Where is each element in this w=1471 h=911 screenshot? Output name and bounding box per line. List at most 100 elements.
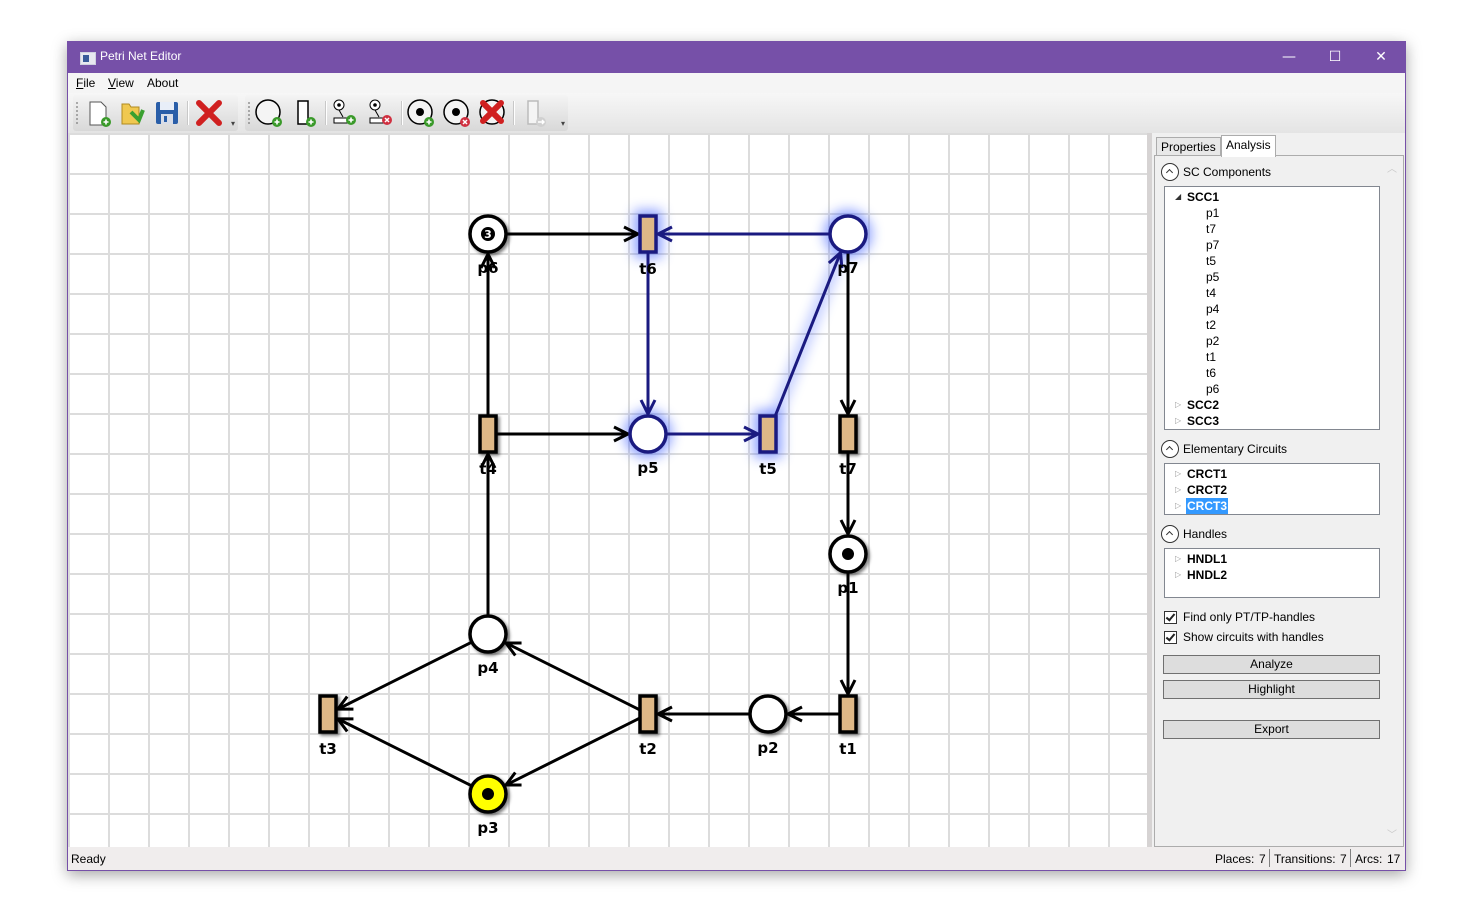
tree-item-t4[interactable]: t4 — [1165, 285, 1379, 301]
collapsed-arrow-icon[interactable]: ▷ — [1175, 567, 1181, 583]
tab-analysis[interactable]: Analysis — [1221, 135, 1276, 157]
token-icon[interactable] — [482, 788, 494, 800]
add-transition-button[interactable] — [289, 98, 321, 128]
token-count[interactable]: 3 — [484, 228, 492, 241]
arc-t2-p4[interactable] — [502, 641, 641, 712]
tree-item-p6[interactable]: p6 — [1165, 381, 1379, 397]
arc-p6-t6[interactable] — [506, 225, 642, 243]
tree-item-p7[interactable]: p7 — [1165, 237, 1379, 253]
transition-t5[interactable] — [758, 414, 778, 454]
collapsed-arrow-icon[interactable]: ▷ — [1175, 413, 1181, 429]
arc-p3-t3[interactable] — [334, 717, 473, 788]
analyze-button[interactable]: Analyze — [1163, 655, 1380, 674]
place-label[interactable]: p6 — [477, 259, 498, 277]
tree-item-crct2[interactable]: ▷ CRCT2 — [1165, 482, 1379, 498]
transition-label[interactable]: t3 — [319, 740, 337, 758]
place-p5[interactable] — [628, 414, 668, 454]
transition-label[interactable]: t4 — [479, 460, 497, 478]
menu-about[interactable]: About — [147, 76, 178, 90]
maximize-button[interactable]: ☐ — [1312, 42, 1358, 73]
transition-label[interactable]: t1 — [839, 740, 857, 758]
handles-tree[interactable]: ▷ HNDL1 ▷ HNDL2 — [1164, 548, 1380, 598]
petri-net-drawing[interactable]: 3 p1 p2 p3 p4 p5 p6 p7 t1 t2 t3 t4 t5 t6 t7 — [68, 133, 1147, 847]
place-p7[interactable] — [828, 214, 868, 254]
collapsed-arrow-icon[interactable]: ▷ — [1175, 551, 1181, 567]
arc-t2-p3[interactable] — [502, 716, 641, 787]
title-bar[interactable]: Petri Net Editor — ☐ ✕ — [68, 42, 1405, 73]
transition-t7[interactable] — [838, 414, 858, 454]
expanded-arrow-icon[interactable]: ◢ — [1175, 189, 1181, 205]
transition-label[interactable]: t6 — [639, 260, 657, 278]
close-button[interactable]: ✕ — [1358, 42, 1404, 73]
collapse-icon[interactable] — [1161, 440, 1179, 458]
place-label[interactable]: p5 — [637, 459, 658, 477]
tree-item-hndl2[interactable]: ▷ HNDL2 — [1165, 567, 1379, 583]
tree-item-crct1[interactable]: ▷ CRCT1 — [1165, 466, 1379, 482]
remove-arc-button[interactable] — [365, 98, 397, 128]
toolbar-grip[interactable] — [76, 101, 78, 125]
tree-item-p2[interactable]: p2 — [1165, 333, 1379, 349]
menu-file[interactable]: File — [76, 76, 95, 90]
toolbar-overflow-button[interactable]: ▾ — [559, 120, 567, 128]
tree-item-t5[interactable]: t5 — [1165, 253, 1379, 269]
minimize-button[interactable]: — — [1266, 42, 1312, 73]
tree-item-scc2[interactable]: ▷ SCC2 — [1165, 397, 1379, 413]
tab-properties[interactable]: Properties — [1156, 137, 1221, 156]
export-button[interactable]: Export — [1163, 720, 1380, 739]
tree-item-p1[interactable]: p1 — [1165, 205, 1379, 221]
arc-p4-t3[interactable] — [334, 640, 473, 711]
checkbox-checked-icon[interactable] — [1164, 611, 1177, 624]
transition-t4[interactable] — [478, 414, 498, 454]
tree-item-t7[interactable]: t7 — [1165, 221, 1379, 237]
tree-item-crct3[interactable]: ▷ CRCT3 — [1165, 498, 1379, 514]
place-p3[interactable] — [468, 774, 508, 814]
place-label[interactable]: p1 — [837, 579, 858, 597]
place-p4[interactable] — [468, 614, 508, 654]
collapse-icon[interactable] — [1161, 525, 1179, 543]
collapsed-arrow-icon[interactable]: ▷ — [1175, 498, 1181, 514]
transition-label[interactable]: t2 — [639, 740, 657, 758]
transition-t2[interactable] — [638, 694, 658, 734]
transition-label[interactable]: t7 — [839, 460, 857, 478]
scroll-down-icon[interactable]: ﹀ — [1387, 826, 1397, 841]
place-label[interactable]: p4 — [477, 659, 498, 677]
arc-p2-t2[interactable] — [654, 705, 750, 723]
tree-item-p4[interactable]: p4 — [1165, 301, 1379, 317]
arc-t1-p2[interactable] — [784, 705, 840, 723]
add-place-button[interactable] — [253, 98, 285, 128]
tree-item-t2[interactable]: t2 — [1165, 317, 1379, 333]
tree-item-scc3[interactable]: ▷ SCC3 — [1165, 413, 1379, 429]
highlight-button[interactable]: Highlight — [1163, 680, 1380, 699]
collapse-icon[interactable] — [1161, 163, 1179, 181]
add-token-button[interactable] — [405, 98, 437, 128]
arc-t4-p6[interactable] — [479, 250, 497, 416]
transition-t3[interactable] — [318, 694, 338, 734]
arc-p4-t4[interactable] — [479, 450, 497, 616]
arc-t4-p5[interactable] — [496, 425, 632, 443]
net-canvas[interactable]: 3 p1 p2 p3 p4 p5 p6 p7 t1 t2 t3 t4 t5 t6 t7 — [68, 133, 1147, 847]
delete-element-button[interactable] — [477, 98, 509, 128]
new-file-button[interactable] — [83, 98, 115, 128]
save-button[interactable] — [151, 98, 183, 128]
tree-item-hndl1[interactable]: ▷ HNDL1 — [1165, 551, 1379, 567]
place-p2[interactable] — [748, 694, 788, 734]
sc-components-tree[interactable]: ◢ SCC1 p1 t7 p7 t5 p5 t4 p4 t2 p2 t1 t6 p6 ▷ SCC2 ▷… — [1164, 186, 1380, 430]
place-label[interactable]: p2 — [757, 739, 778, 757]
collapsed-arrow-icon[interactable]: ▷ — [1175, 466, 1181, 482]
place-p1[interactable] — [828, 534, 868, 574]
toolbar-overflow-button[interactable]: ▾ — [229, 120, 237, 128]
elementary-circuits-tree[interactable]: ▷ CRCT1 ▷ CRCT2 ▷ CRCT3 — [1164, 463, 1380, 515]
open-button[interactable] — [117, 98, 149, 128]
arc-t5-p7[interactable] — [773, 249, 844, 417]
tree-item-t6[interactable]: t6 — [1165, 365, 1379, 381]
remove-token-button[interactable] — [441, 98, 473, 128]
scroll-up-icon[interactable]: ︿ — [1387, 160, 1397, 175]
add-arc-button[interactable] — [329, 98, 361, 128]
toolbar-grip[interactable] — [248, 101, 250, 125]
place-label[interactable]: p3 — [477, 819, 498, 837]
checkbox-checked-icon[interactable] — [1164, 631, 1177, 644]
close-file-button[interactable] — [193, 98, 225, 128]
token-icon[interactable] — [842, 548, 854, 560]
place-label[interactable]: p7 — [837, 259, 858, 277]
transition-t6[interactable] — [638, 214, 658, 254]
